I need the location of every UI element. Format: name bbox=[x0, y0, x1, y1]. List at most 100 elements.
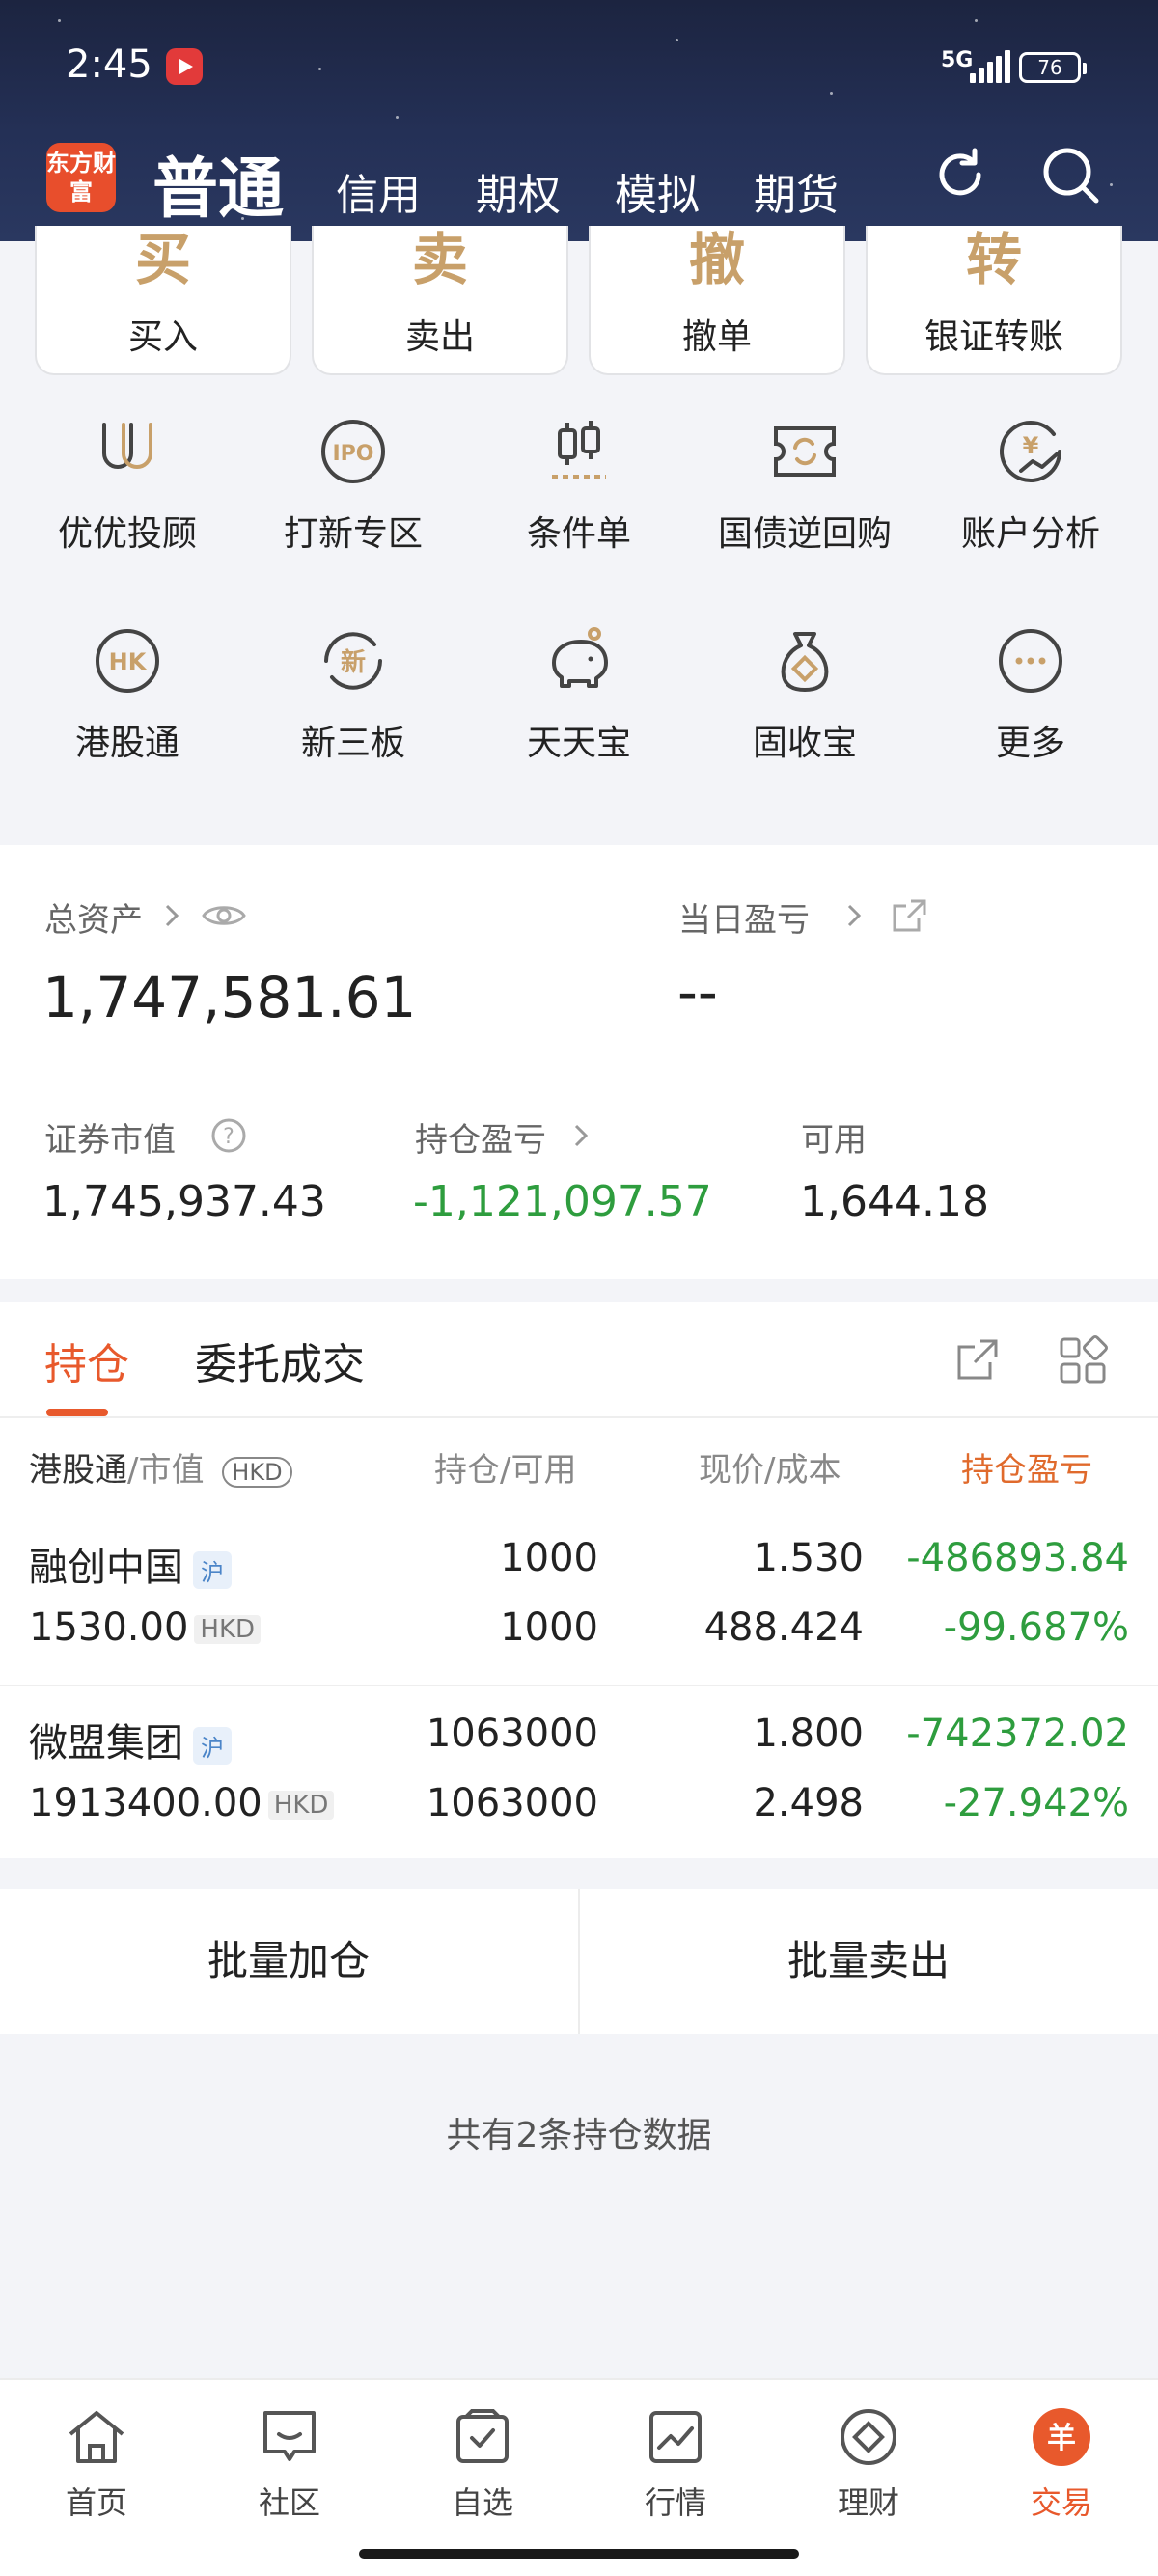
tab-simulated[interactable]: 模拟 bbox=[615, 160, 700, 222]
tab-futures[interactable]: 期货 bbox=[754, 160, 839, 222]
cancel-order-button[interactable]: 撤 撤单 bbox=[589, 226, 845, 375]
asset-summary-panel: 总资产 1,747,581.61 当日盈亏 -- 证券市值 ? 1,745,93… bbox=[0, 845, 1158, 1279]
trade-icon-glyph: 羊 bbox=[1047, 2422, 1076, 2455]
feature-account-analysis[interactable]: ¥ 账户分析 bbox=[918, 413, 1144, 556]
col-header-main: 港股通 bbox=[29, 1451, 127, 1490]
tab-options[interactable]: 期权 bbox=[476, 160, 561, 222]
position-pl-value: -1,121,097.57 bbox=[413, 1177, 712, 1226]
position-pl-pct: -27.942% bbox=[943, 1781, 1129, 1825]
feature-tiantianbao[interactable]: 天天宝 bbox=[466, 622, 692, 765]
network-indicator: 5G bbox=[941, 48, 974, 72]
daily-pl-label[interactable]: 当日盈亏 bbox=[678, 893, 810, 941]
stock-name: 融创中国 bbox=[29, 1546, 183, 1590]
new-board-icon: 新 bbox=[324, 632, 382, 690]
search-icon[interactable] bbox=[1040, 145, 1102, 206]
feature-youyou[interactable]: 优优投顾 bbox=[14, 413, 240, 556]
piggy-bank-icon bbox=[552, 627, 608, 688]
watchlist-icon bbox=[456, 2409, 509, 2463]
app-logo[interactable]: 东方财富 bbox=[46, 143, 116, 212]
position-pl-label[interactable]: 持仓盈亏 bbox=[415, 1113, 546, 1161]
stock-name-cell: 微盟集团沪 bbox=[29, 1712, 232, 1768]
current-price: 1.800 bbox=[753, 1712, 864, 1756]
app-header: 2:45 5G 76 东方财富 普通 信用 期权 模拟 期货 bbox=[0, 0, 1158, 241]
feature-more[interactable]: 更多 bbox=[918, 622, 1144, 765]
row-divider bbox=[0, 1685, 1158, 1686]
feature-label: 账户分析 bbox=[960, 514, 1100, 554]
feature-ipo[interactable]: IPO 打新专区 bbox=[240, 413, 466, 556]
col-header-name[interactable]: 港股通/市值 HKD bbox=[29, 1443, 292, 1491]
nav-market[interactable]: 行情 bbox=[579, 2403, 772, 2523]
buy-label: 买入 bbox=[127, 317, 198, 357]
tab-holdings[interactable]: 持仓 bbox=[44, 1329, 129, 1391]
col-header-pl[interactable]: 持仓盈亏 bbox=[961, 1443, 1092, 1491]
currency-tag: HKD bbox=[267, 1791, 335, 1820]
bond-repo-icon bbox=[774, 426, 836, 477]
nav-home[interactable]: 首页 bbox=[0, 2403, 193, 2523]
home-icon bbox=[69, 2411, 124, 2463]
tab-divider bbox=[0, 1416, 1158, 1418]
tab-indicator bbox=[46, 1409, 108, 1416]
home-indicator[interactable] bbox=[359, 2549, 799, 2559]
nav-label: 自选 bbox=[451, 2484, 513, 2521]
nav-community[interactable]: 社区 bbox=[193, 2403, 386, 2523]
layout-grid-icon[interactable] bbox=[1058, 1335, 1108, 1385]
batch-sell-button[interactable]: 批量卖出 bbox=[580, 1889, 1157, 2034]
nav-watchlist[interactable]: 自选 bbox=[386, 2403, 579, 2523]
positions-count-text: 共有2条持仓数据 bbox=[446, 2116, 712, 2155]
battery-icon: 76 bbox=[1019, 52, 1087, 83]
available-value: 1,644.18 bbox=[800, 1177, 989, 1226]
total-assets-label[interactable]: 总资产 bbox=[44, 893, 143, 941]
available-label: 可用 bbox=[801, 1121, 867, 1160]
stock-market-value: 1913400.00 bbox=[29, 1781, 262, 1825]
more-icon bbox=[999, 629, 1062, 693]
chevron-right-icon bbox=[574, 1124, 589, 1147]
feature-gushoubao[interactable]: 固收宝 bbox=[692, 622, 918, 765]
hk-icon-text: HK bbox=[109, 648, 148, 675]
available-qty: 1063000 bbox=[426, 1781, 598, 1825]
batch-add-button[interactable]: 批量加仓 bbox=[0, 1889, 577, 2034]
svg-text:?: ? bbox=[223, 1125, 234, 1149]
transfer-glyph: 转 bbox=[965, 227, 1022, 292]
money-bag-icon bbox=[781, 632, 829, 692]
eye-icon[interactable] bbox=[201, 899, 247, 932]
nav-label: 交易 bbox=[1030, 2484, 1092, 2521]
bank-transfer-button[interactable]: 转 银证转账 bbox=[866, 226, 1122, 375]
account-analysis-icon: ¥ bbox=[1000, 421, 1062, 482]
buy-button[interactable]: 买 买入 bbox=[35, 226, 291, 375]
holding-qty: 1063000 bbox=[426, 1712, 598, 1756]
feature-conditional-order[interactable]: 条件单 bbox=[466, 413, 692, 556]
position-pl: -486893.84 bbox=[906, 1536, 1129, 1580]
col-header-sub: /市值 bbox=[127, 1451, 205, 1490]
nav-label: 社区 bbox=[258, 2484, 320, 2521]
stock-name: 微盟集团 bbox=[29, 1721, 183, 1766]
hk-icon: HK bbox=[96, 629, 159, 693]
help-icon[interactable]: ? bbox=[210, 1117, 247, 1154]
account-analysis-icon-text: ¥ bbox=[1023, 432, 1039, 459]
currency-toggle[interactable]: HKD bbox=[222, 1456, 292, 1488]
candlestick-icon bbox=[552, 421, 606, 479]
sell-label: 卖出 bbox=[404, 317, 475, 357]
trade-icon: 羊 bbox=[1033, 2408, 1090, 2466]
refresh-icon[interactable] bbox=[930, 145, 990, 205]
tab-orders-trades[interactable]: 委托成交 bbox=[195, 1329, 365, 1391]
feature-hk-connect[interactable]: HK 港股通 bbox=[14, 622, 240, 765]
feature-bond-repo[interactable]: 国债逆回购 bbox=[692, 413, 918, 556]
feature-new-third-board[interactable]: 新 新三板 bbox=[240, 622, 466, 765]
signal-icon bbox=[970, 50, 1010, 83]
new-board-icon-text: 新 bbox=[341, 647, 366, 677]
tab-credit[interactable]: 信用 bbox=[336, 160, 421, 222]
nav-wealth[interactable]: 理财 bbox=[772, 2403, 965, 2523]
nav-label: 理财 bbox=[837, 2484, 899, 2521]
market-icon bbox=[649, 2411, 702, 2463]
holding-qty: 1000 bbox=[500, 1536, 598, 1580]
sell-button[interactable]: 卖 卖出 bbox=[312, 226, 568, 375]
tab-normal[interactable]: 普通 bbox=[152, 135, 284, 231]
feature-label: 天天宝 bbox=[526, 724, 631, 763]
export-icon[interactable] bbox=[953, 1335, 1002, 1384]
chevron-right-icon bbox=[847, 904, 862, 927]
feature-label: 固收宝 bbox=[752, 724, 857, 763]
cancel-glyph: 撤 bbox=[688, 227, 745, 292]
share-icon[interactable] bbox=[890, 897, 928, 936]
feature-label: 港股通 bbox=[74, 724, 179, 763]
nav-trade[interactable]: 羊 交易 bbox=[965, 2403, 1158, 2523]
